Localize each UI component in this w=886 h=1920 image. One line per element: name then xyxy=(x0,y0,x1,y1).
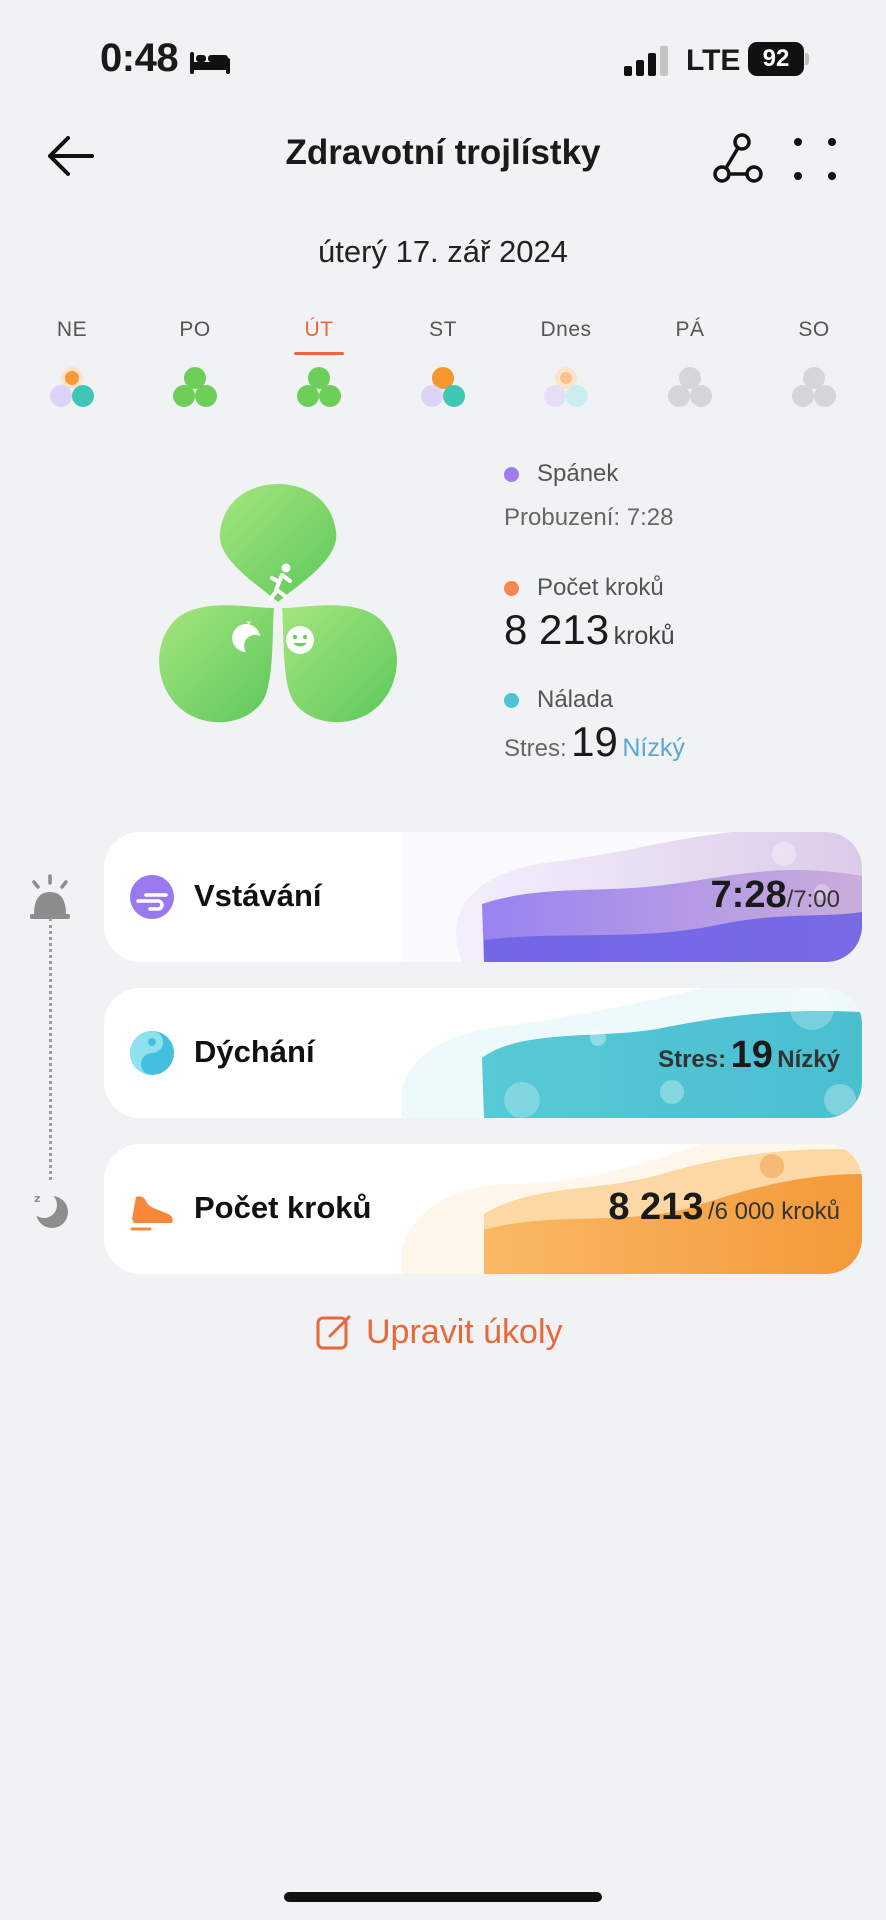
steps-unit: kroků xyxy=(613,622,675,650)
clover-icon xyxy=(50,367,94,407)
mood-leaf xyxy=(282,605,397,723)
date-label: úterý 17. zář 2024 xyxy=(318,234,568,269)
wake-card[interactable]: Vstávání 7:28/7:00 xyxy=(104,832,862,962)
health-clover[interactable]: z z xyxy=(148,480,408,726)
day-ne[interactable]: NE xyxy=(17,318,127,407)
clover-icon xyxy=(421,367,465,407)
day-ut[interactable]: ÚT xyxy=(264,318,374,407)
wake-time-value: 7:28 xyxy=(710,874,787,916)
share-icon[interactable] xyxy=(712,132,766,184)
wake-time: Probuzení: 7:28 xyxy=(504,504,674,531)
signal-icon xyxy=(624,46,668,76)
timeline-line xyxy=(49,918,52,1180)
day-dnes[interactable]: Dnes xyxy=(511,318,621,407)
home-indicator[interactable] xyxy=(284,1892,602,1902)
steps-target: /6 000 kroků xyxy=(707,1198,840,1225)
smiley-icon xyxy=(286,626,314,654)
legend-steps: Počet kroků xyxy=(504,574,664,602)
day-label: ST xyxy=(429,318,457,341)
mood-dot xyxy=(504,693,519,709)
bed-icon xyxy=(190,52,230,74)
shoe-icon xyxy=(130,1196,173,1231)
clover-icon xyxy=(668,367,712,407)
stress-prefix: Stres: xyxy=(504,735,567,762)
breathing-stress-prefix: Stres: xyxy=(658,1046,727,1073)
day-po[interactable]: PO xyxy=(140,318,250,407)
steps-dot xyxy=(504,581,519,597)
svg-text:z: z xyxy=(238,622,244,635)
stress-level: Nízký xyxy=(622,734,685,762)
battery-icon: 92 xyxy=(748,42,810,76)
breathing-value-group: Stres: 19 Nízký xyxy=(658,1034,840,1077)
day-st[interactable]: ST xyxy=(388,318,498,407)
sleep-dot xyxy=(504,467,519,483)
day-label: PO xyxy=(179,318,211,341)
alarm-icon xyxy=(30,874,70,919)
stress-value: 19 xyxy=(571,718,618,765)
steps-value-group: 8 213 /6 000 kroků xyxy=(608,1186,840,1229)
network-label: LTE xyxy=(686,44,741,77)
steps-value: 8 213 xyxy=(504,606,610,653)
edit-tasks-link[interactable]: Upravit úkoly xyxy=(316,1310,563,1354)
day-label: Dnes xyxy=(540,318,592,341)
day-so[interactable]: SO xyxy=(759,318,869,407)
breathing-card[interactable]: Dýchání Stres: 19 Nízký xyxy=(104,988,862,1118)
edit-icon xyxy=(316,1315,351,1350)
legend-mood-title: Nálada xyxy=(537,686,614,713)
legend-sleep-title: Spánek xyxy=(537,460,619,487)
clover-icon xyxy=(544,367,588,407)
legend-mood: Nálada xyxy=(504,686,613,714)
steps-card[interactable]: Počet kroků 8 213 /6 000 kroků xyxy=(104,1144,862,1274)
sleep-leaf xyxy=(159,605,274,723)
wake-icon xyxy=(130,875,174,919)
active-day-underline xyxy=(294,352,344,355)
clover-icon xyxy=(173,367,217,407)
breathing-label: Dýchání xyxy=(194,1034,315,1069)
wake-label: Vstávání xyxy=(194,878,322,913)
day-label: NE xyxy=(56,318,88,341)
day-label: ÚT xyxy=(304,318,334,341)
legend-steps-title: Počet kroků xyxy=(537,574,664,601)
more-icon[interactable] xyxy=(790,134,840,184)
wake-target: /7:00 xyxy=(786,886,840,913)
day-label: PÁ xyxy=(675,318,705,341)
breathing-stress-level: Nízký xyxy=(777,1046,840,1073)
moon-icon: z xyxy=(31,1192,68,1228)
battery-level: 92 xyxy=(748,42,804,76)
svg-text:z: z xyxy=(246,619,251,628)
wake-value-group: 7:28/7:00 xyxy=(711,874,840,917)
legend-sleep: Spánek xyxy=(504,460,618,488)
edit-tasks-label: Upravit úkoly xyxy=(366,1312,563,1351)
steps-label: Počet kroků xyxy=(194,1190,372,1225)
svg-text:z: z xyxy=(34,1192,40,1205)
day-label: SO xyxy=(798,318,830,341)
steps-card-value: 8 213 xyxy=(608,1186,704,1228)
clover-icon xyxy=(792,367,836,407)
day-pa[interactable]: PÁ xyxy=(635,318,745,407)
clover-icon xyxy=(297,367,341,407)
breathing-icon xyxy=(130,1031,174,1075)
steps-summary: 8 213 kroků xyxy=(504,606,675,654)
breathing-stress-value: 19 xyxy=(730,1034,773,1076)
status-time: 0:48 xyxy=(100,36,179,80)
stress-summary: Stres: 19 Nízký xyxy=(504,718,685,766)
